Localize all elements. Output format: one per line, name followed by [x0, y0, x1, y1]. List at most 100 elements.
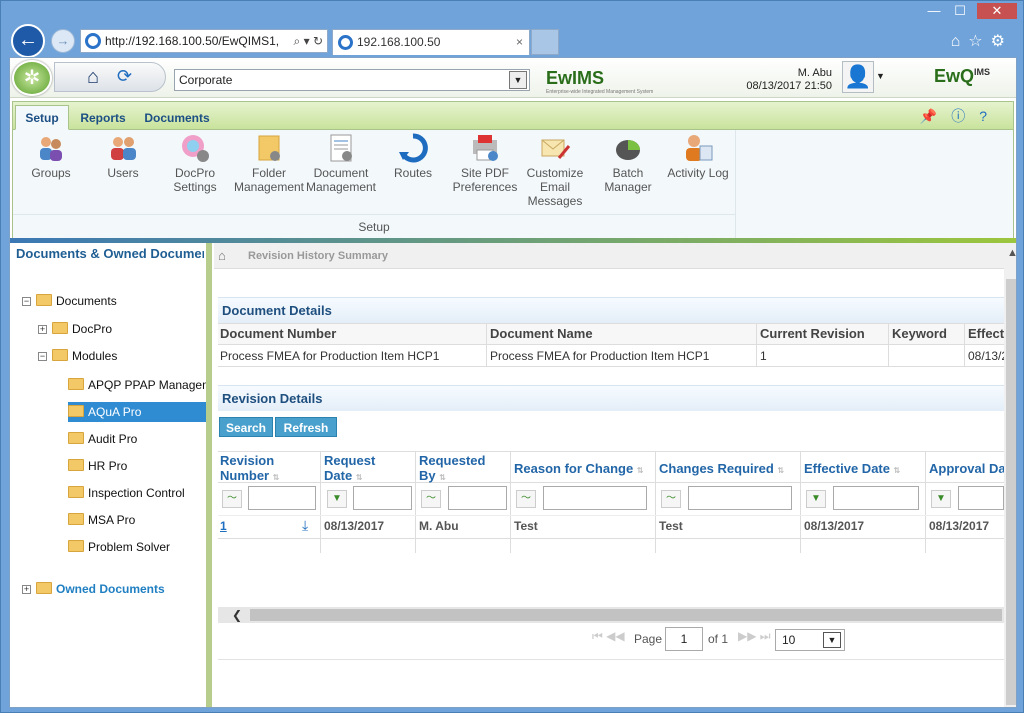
filter-revision-input[interactable]: [248, 486, 316, 510]
vertical-scrollbar[interactable]: ▲: [1004, 243, 1016, 707]
tree-item-problem-solver[interactable]: Problem Solver: [68, 537, 170, 557]
avatar[interactable]: 👤: [842, 61, 874, 93]
left-pane: Documents & Owned Documents − Documents …: [10, 243, 206, 707]
filter-requested-by-input[interactable]: [448, 486, 507, 510]
col-requested-by[interactable]: Requested By ⇅: [419, 453, 509, 485]
activity-log-icon: [686, 135, 713, 161]
home-icon[interactable]: ⌂: [87, 66, 99, 89]
filter-icon[interactable]: ▼: [327, 490, 347, 508]
pane-splitter[interactable]: [206, 243, 212, 707]
filter-reason-input[interactable]: [543, 486, 647, 510]
chevron-down-icon[interactable]: ▼: [823, 632, 841, 648]
tree-item-documents[interactable]: Documents: [36, 291, 117, 311]
filter-icon[interactable]: 〜: [516, 490, 536, 508]
download-icon[interactable]: ⤓: [302, 517, 318, 534]
document-management-icon: [330, 134, 352, 162]
expand-icon[interactable]: +: [38, 325, 47, 334]
filter-icon[interactable]: 〜: [661, 490, 681, 508]
col-request-date[interactable]: Request Date ⇅: [324, 453, 414, 485]
refresh-button[interactable]: Refresh: [275, 417, 337, 437]
tab-reports[interactable]: Reports: [71, 105, 135, 130]
tree-item-docpro[interactable]: DocPro: [52, 319, 112, 339]
ribbon-icons: 📌ⓘ?: [920, 106, 1001, 126]
ribbon: Setup Reports Documents 📌ⓘ? Groups Users: [12, 101, 1014, 239]
expand-icon[interactable]: +: [22, 585, 31, 594]
horizontal-scrollbar[interactable]: ❮: [218, 607, 1004, 623]
scroll-up-icon[interactable]: ▲: [1007, 247, 1016, 259]
brand2-logo: EwQIMS: [934, 66, 990, 87]
document-management-button[interactable]: Document Management: [305, 132, 377, 194]
batch-manager-button[interactable]: Batch Manager: [601, 132, 655, 194]
minimize-button[interactable]: —: [923, 3, 945, 19]
filter-effective-date-input[interactable]: [833, 486, 919, 510]
tree-item-owned-documents[interactable]: Owned Documents: [36, 579, 165, 599]
col-approval-date[interactable]: Approval Date: [929, 461, 1004, 476]
filter-changes-input[interactable]: [688, 486, 792, 510]
sort-icon: ⇅: [893, 466, 901, 475]
tree-item-modules[interactable]: Modules: [52, 346, 117, 366]
app-logo-icon[interactable]: ✲: [12, 60, 52, 96]
back-button[interactable]: ←: [11, 24, 45, 58]
scroll-thumb[interactable]: [250, 609, 1002, 621]
page-input[interactable]: 1: [665, 627, 703, 651]
maximize-button[interactable]: ☐: [949, 3, 971, 19]
tree-item-aqua-pro[interactable]: AQuA Pro: [68, 402, 206, 422]
filter-icon[interactable]: ▼: [806, 490, 826, 508]
browser-tab[interactable]: 192.168.100.50 ×: [332, 29, 530, 55]
tree-item-apqp[interactable]: APQP PPAP Management: [68, 375, 206, 395]
user-name: M. Abu: [797, 67, 832, 79]
filter-icon[interactable]: 〜: [222, 490, 242, 508]
activity-log-button[interactable]: Activity Log: [665, 132, 731, 180]
page-size-select[interactable]: 10 ▼: [775, 629, 845, 651]
filter-request-date-input[interactable]: [353, 486, 412, 510]
pin-icon[interactable]: 📌: [920, 108, 951, 124]
col-effective-date-rev[interactable]: Effective Date ⇅: [804, 461, 924, 478]
home-pill: ⌂ ⟳: [54, 62, 166, 92]
users-button[interactable]: Users: [101, 132, 145, 180]
collapse-icon[interactable]: −: [38, 352, 47, 361]
groups-button[interactable]: Groups: [27, 132, 75, 180]
address-tools-icon[interactable]: ⌕ ▾ ↻: [294, 30, 323, 52]
revision-link[interactable]: 1: [220, 519, 240, 533]
folder-management-button[interactable]: Folder Management: [233, 132, 305, 194]
user-menu-chevron-icon[interactable]: ▼: [876, 71, 885, 81]
tree-item-msa-pro[interactable]: MSA Pro: [68, 510, 135, 530]
new-tab-button[interactable]: [531, 29, 559, 55]
filter-icon[interactable]: 〜: [421, 490, 441, 508]
collapse-icon[interactable]: −: [22, 297, 31, 306]
pager-next-last-icon[interactable]: ▶▶ ⏭: [738, 629, 771, 644]
company-select[interactable]: Corporate ▼: [174, 69, 530, 91]
address-bar[interactable]: http://192.168.100.50/EwQIMS1, ⌕ ▾ ↻: [80, 29, 328, 53]
search-button[interactable]: Search: [219, 417, 273, 437]
tree-item-audit-pro[interactable]: Audit Pro: [68, 429, 137, 449]
tree-item-inspection-control[interactable]: Inspection Control: [68, 483, 185, 503]
docpro-settings-button[interactable]: DocPro Settings: [169, 132, 221, 194]
tree-item-hr-pro[interactable]: HR Pro: [68, 456, 127, 476]
col-revision-number[interactable]: Revision Number ⇅: [220, 453, 316, 485]
cell-document-name: Process FMEA for Production Item HCP1: [490, 349, 710, 363]
scroll-left-icon[interactable]: ❮: [232, 607, 242, 623]
tab-documents[interactable]: Documents: [137, 105, 217, 130]
routes-button[interactable]: Routes: [389, 132, 437, 180]
nav-row: ← → http://192.168.100.50/EwQIMS1, ⌕ ▾ ↻…: [1, 23, 1023, 58]
site-pdf-preferences-button[interactable]: Site PDF Preferences: [449, 132, 521, 194]
close-button[interactable]: ✕: [977, 3, 1017, 19]
forward-button[interactable]: →: [51, 29, 75, 53]
home-icon[interactable]: ⌂: [218, 243, 226, 269]
browser-tools-icon[interactable]: ⌂☆⚙: [951, 31, 1013, 51]
filter-approval-date-input[interactable]: [958, 486, 1004, 510]
info-icon[interactable]: ⓘ: [951, 108, 979, 124]
filter-icon[interactable]: ▼: [931, 490, 951, 508]
chevron-down-icon[interactable]: ▼: [509, 71, 527, 89]
col-changes-required[interactable]: Changes Required ⇅: [659, 461, 801, 478]
refresh-icon[interactable]: ⟳: [117, 66, 132, 87]
pager-first-prev-icon[interactable]: ⏮ ◀◀: [592, 629, 625, 644]
vscroll-thumb[interactable]: [1006, 279, 1016, 705]
ribbon-group-label: Setup: [13, 214, 735, 238]
tab-close-icon[interactable]: ×: [516, 30, 523, 54]
customize-email-button[interactable]: Customize Email Messages: [525, 132, 585, 208]
help-icon[interactable]: ?: [979, 108, 1001, 124]
tab-setup[interactable]: Setup: [15, 105, 69, 130]
col-reason-for-change[interactable]: Reason for Change ⇅: [514, 461, 656, 478]
col-document-name: Document Name: [490, 326, 593, 341]
